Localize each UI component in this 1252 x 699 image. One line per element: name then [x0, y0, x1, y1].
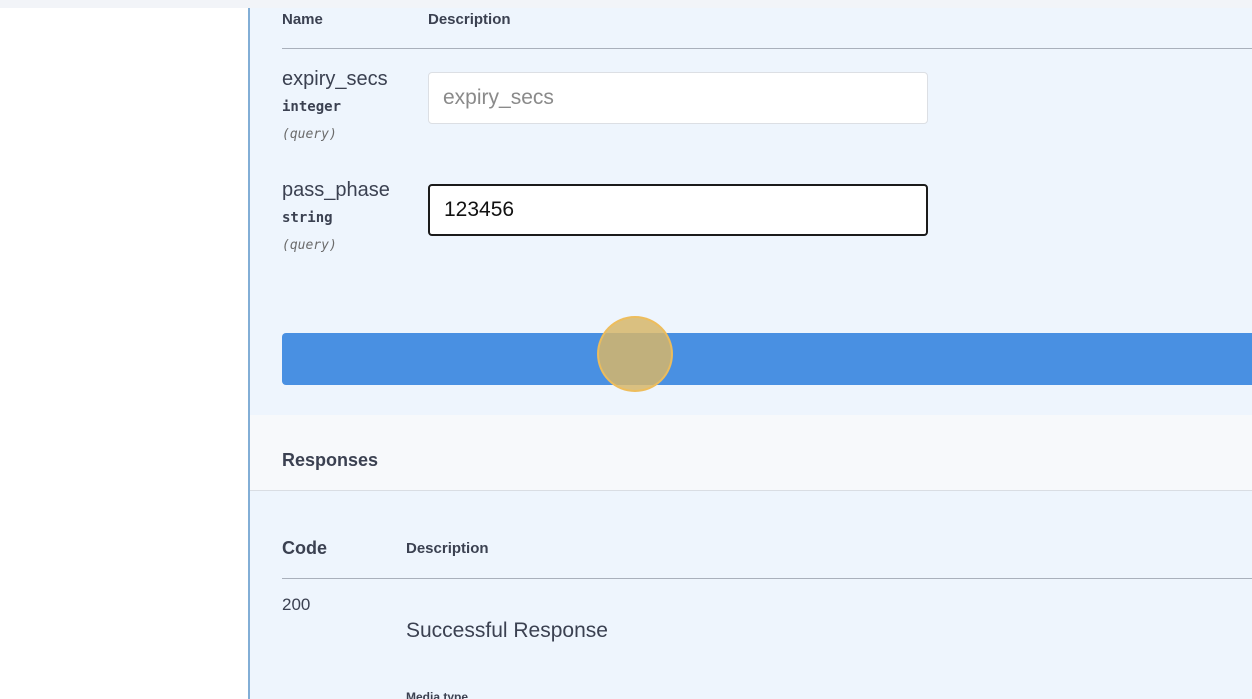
- responses-section-header: Responses: [250, 415, 1252, 491]
- page: Name Description expiry_secs integer (qu…: [0, 0, 1252, 699]
- parameter-location: (query): [282, 127, 337, 142]
- media-type-label: Media type: [406, 690, 469, 699]
- description-column-header: Description: [406, 540, 489, 557]
- response-description: Successful Response: [406, 619, 608, 642]
- responses-table-header: Code Description: [282, 538, 1252, 579]
- parameter-type: integer: [282, 99, 342, 115]
- parameter-location: (query): [282, 238, 337, 253]
- parameter-name: expiry_secs: [282, 68, 388, 90]
- pass-phase-input[interactable]: [428, 184, 928, 236]
- operation-panel: Name Description expiry_secs integer (qu…: [248, 8, 1252, 699]
- response-code: 200: [282, 595, 311, 614]
- click-indicator: [597, 316, 673, 392]
- top-strip: [0, 0, 1252, 8]
- code-column-header: Code: [282, 538, 327, 558]
- responses-title: Responses: [282, 450, 379, 470]
- parameters-table-header: Name Description: [282, 8, 1252, 49]
- name-column-header: Name: [282, 11, 323, 28]
- parameter-type: string: [282, 210, 333, 226]
- parameter-name: pass_phase: [282, 179, 390, 201]
- expiry-secs-input[interactable]: [428, 72, 928, 124]
- execute-button[interactable]: [282, 333, 1252, 385]
- description-column-header: Description: [428, 11, 511, 28]
